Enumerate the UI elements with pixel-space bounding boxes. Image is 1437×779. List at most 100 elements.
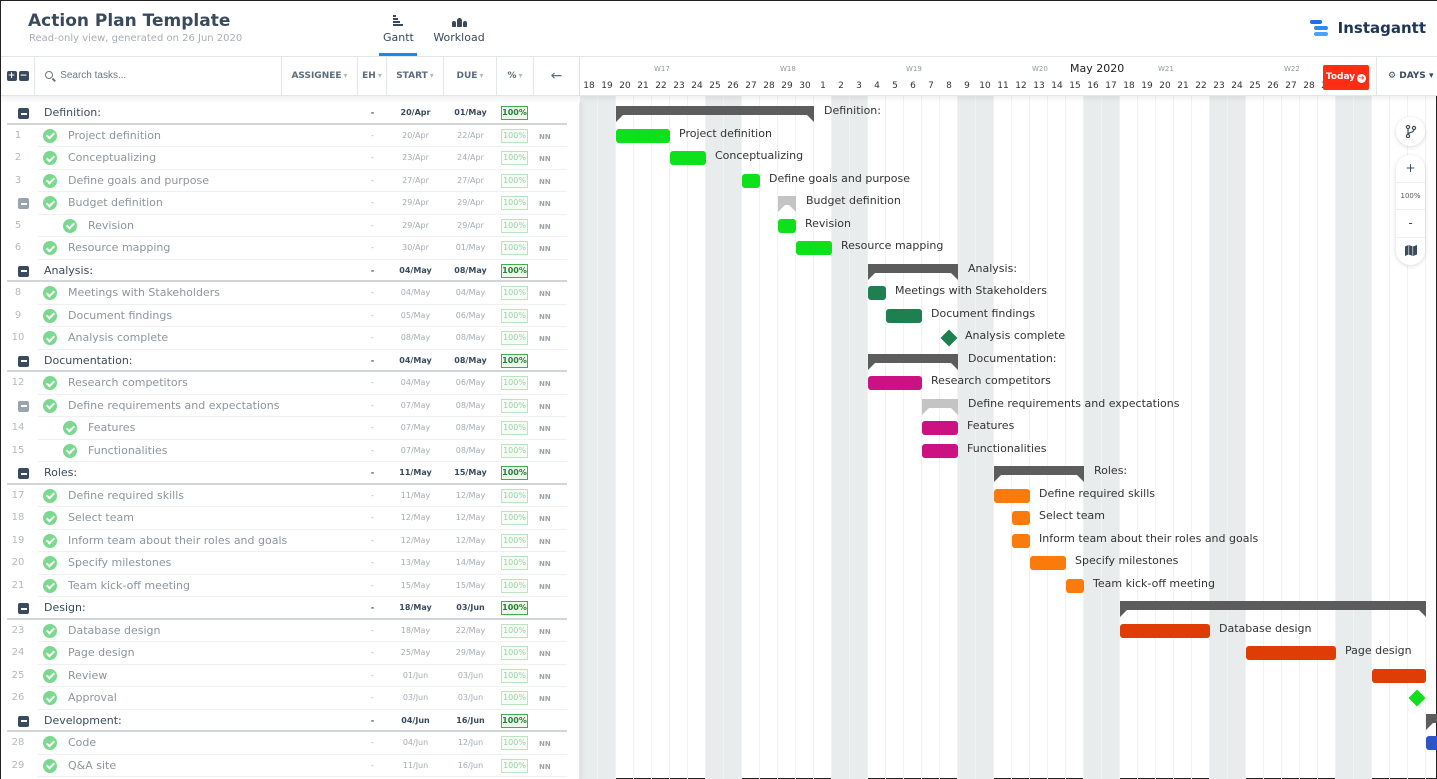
task-row[interactable]: Define requirements and expectations - 07/… (1, 395, 579, 417)
task-name[interactable]: Code (68, 736, 96, 749)
task-bar[interactable] (868, 286, 886, 300)
task-row[interactable]: 26 Approval - 03/Jun 03/Jun 100% NN (1, 687, 579, 710)
task-bar[interactable] (1372, 668, 1426, 683)
task-row[interactable]: 25 Review - 01/Jun 03/Jun 100% NN (1, 665, 579, 687)
check-circle-icon[interactable] (43, 668, 57, 683)
group-summary-bar[interactable] (994, 466, 1084, 482)
task-row[interactable]: 5 Revision - 29/Apr 29/Apr 100% NN (1, 215, 579, 237)
task-bar[interactable] (1426, 736, 1437, 750)
group-row[interactable]: Analysis: - 04/May 08/May 100% (1, 260, 579, 282)
zoom-out-button[interactable]: - (1396, 210, 1425, 238)
task-name[interactable]: Q&A site (68, 759, 116, 772)
task-bar[interactable] (886, 308, 922, 323)
task-name[interactable]: Select team (68, 511, 134, 524)
check-circle-icon[interactable] (43, 533, 57, 548)
column-header-percent[interactable]: % ▾ (497, 57, 534, 95)
task-name[interactable]: Functionalities (88, 444, 168, 457)
task-name[interactable]: Review (68, 669, 107, 682)
check-circle-icon[interactable] (63, 421, 77, 435)
check-circle-icon[interactable] (43, 623, 57, 638)
group-summary-bar[interactable] (616, 106, 814, 122)
tab-workload[interactable]: Workload (433, 15, 485, 44)
filter-icon[interactable]: ▾ (378, 71, 382, 80)
tab-gantt[interactable]: Gantt (379, 15, 417, 56)
task-name[interactable]: Analysis complete (68, 331, 168, 344)
check-circle-icon[interactable] (43, 556, 57, 570)
check-circle-icon[interactable] (63, 443, 77, 458)
check-circle-icon[interactable] (43, 758, 57, 773)
column-header-eh[interactable]: EH ▾ (358, 57, 387, 95)
task-bar[interactable] (1012, 533, 1030, 548)
group-summary-bar[interactable] (1426, 713, 1437, 730)
task-bar[interactable] (796, 241, 832, 255)
task-row[interactable]: 29 Q&A site - 11/Jun 16/Jun 100% NN (1, 755, 579, 777)
task-bar[interactable] (922, 421, 958, 435)
collapse-subtasks-icon[interactable] (18, 400, 29, 412)
task-bar[interactable] (1012, 511, 1030, 525)
task-name[interactable]: Inform team about their roles and goals (68, 534, 287, 547)
column-header-due[interactable]: DUE ▾ (444, 57, 497, 95)
task-name[interactable]: Define required skills (68, 489, 184, 502)
check-circle-icon[interactable] (43, 286, 57, 300)
task-name[interactable]: Database design (68, 624, 160, 637)
collapse-group-icon[interactable] (18, 265, 29, 277)
check-circle-icon[interactable] (43, 488, 57, 503)
task-bar[interactable] (1120, 623, 1210, 638)
task-row[interactable]: 10 Analysis complete - 08/May 08/May 100% NN (1, 327, 579, 350)
task-row[interactable]: 9 Document findings - 05/May 06/May 100% NN (1, 305, 579, 327)
task-row[interactable]: 24 Page design - 25/May 29/May 100% NN (1, 642, 579, 665)
task-bar[interactable] (616, 128, 670, 143)
collapse-group-icon[interactable] (18, 108, 29, 119)
task-name[interactable]: Team kick-off meeting (68, 579, 190, 592)
collapse-group-icon[interactable] (18, 355, 29, 367)
filter-icon[interactable]: ▾ (479, 71, 483, 80)
task-row[interactable]: 17 Define required skills - 11/May 12/May 100… (1, 485, 579, 507)
task-name[interactable]: Specify milestones (68, 556, 171, 569)
group-row[interactable]: Definition: - 20/Apr 01/May 100% (1, 102, 579, 125)
group-row[interactable]: Design: - 18/May 03/Jun 100% (1, 597, 579, 620)
task-bar[interactable] (1066, 578, 1084, 593)
task-row[interactable]: 20 Specify milestones - 13/May 14/May 100% NN (1, 552, 579, 575)
task-name[interactable]: Define goals and purpose (68, 174, 209, 187)
check-circle-icon[interactable] (43, 128, 57, 143)
task-bar[interactable] (1246, 646, 1336, 660)
task-name[interactable]: Features (88, 421, 135, 434)
task-row[interactable]: 15 Functionalities - 07/May 08/May 100% NN (1, 440, 579, 462)
task-bar[interactable] (778, 218, 796, 233)
check-circle-icon[interactable] (43, 331, 57, 345)
task-row[interactable]: 2 Conceptualizing - 23/Apr 24/Apr 100% NN (1, 147, 579, 170)
check-circle-icon[interactable] (43, 511, 57, 525)
collapse-all-button[interactable]: − (18, 71, 29, 81)
filter-icon[interactable]: ▾ (344, 71, 348, 80)
task-bar[interactable] (1030, 556, 1066, 570)
task-name[interactable]: Approval (68, 691, 117, 704)
check-circle-icon[interactable] (43, 691, 57, 705)
task-name[interactable]: Define requirements and expectations (68, 399, 279, 412)
task-bar[interactable] (868, 376, 922, 390)
column-header-assignee[interactable]: ASSIGNEE ▾ (282, 57, 358, 95)
today-button[interactable]: Today ➔ (1323, 65, 1369, 90)
column-header-start[interactable]: START ▾ (387, 57, 444, 95)
check-circle-icon[interactable] (43, 736, 57, 750)
task-name[interactable]: Conceptualizing (68, 151, 156, 164)
collapse-grid-button[interactable]: ← (534, 57, 580, 95)
check-circle-icon[interactable] (43, 308, 57, 323)
task-name[interactable]: Project definition (68, 129, 161, 142)
check-circle-icon[interactable] (43, 376, 57, 390)
group-row[interactable]: Development: - 04/Jun 16/Jun 100% (1, 710, 579, 732)
check-circle-icon[interactable] (43, 578, 57, 593)
group-summary-bar[interactable] (868, 263, 958, 280)
task-name[interactable]: Revision (88, 219, 134, 232)
group-row[interactable]: Documentation: - 04/May 08/May 100% (1, 350, 579, 372)
filter-icon[interactable]: ▾ (519, 71, 523, 80)
task-row[interactable]: 14 Features - 07/May 08/May 100% NN (1, 417, 579, 440)
parent-summary-bar[interactable] (922, 398, 958, 415)
task-row[interactable]: 1 Project definition - 20/Apr 22/Apr 100% NN (1, 125, 579, 147)
task-row[interactable]: 18 Select team - 12/May 12/May 100% NN (1, 507, 579, 530)
task-row[interactable]: 12 Research competitors - 04/May 06/May 100% N… (1, 372, 579, 395)
task-row[interactable]: 19 Inform team about their roles and goal… (1, 530, 579, 552)
collapse-group-icon[interactable] (18, 468, 29, 479)
task-bar[interactable] (994, 488, 1030, 503)
task-row[interactable]: 21 Team kick-off meeting - 15/May 15/May 100%… (1, 575, 579, 597)
task-row[interactable]: 6 Resource mapping - 30/Apr 01/May 100% NN (1, 237, 579, 260)
